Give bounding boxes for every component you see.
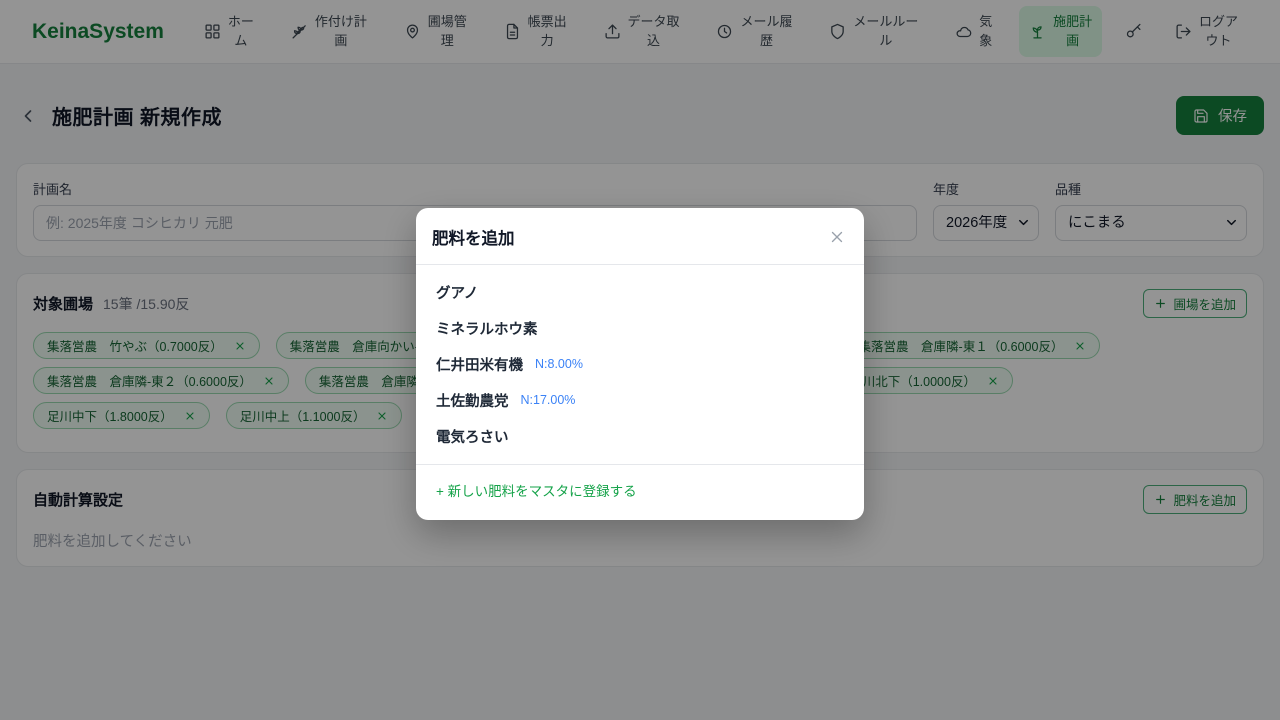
- fertilizer-item[interactable]: 仁井田米有機N:8.00%: [416, 346, 864, 382]
- register-new-fertilizer-link[interactable]: + 新しい肥料をマスタに登録する: [436, 480, 637, 500]
- modal-title: 肥料を追加: [432, 225, 515, 249]
- modal-close-button[interactable]: [826, 226, 848, 248]
- nitrogen-badge: N:8.00%: [535, 357, 583, 371]
- fertilizer-list: グアノ ミネラルホウ素 仁井田米有機N:8.00% 土佐勤農党N:17.00% …: [416, 265, 864, 464]
- close-icon: [828, 228, 846, 246]
- fertilizer-item[interactable]: ミネラルホウ素: [416, 310, 864, 346]
- fertilizer-item[interactable]: 電気ろさい: [416, 418, 864, 454]
- nitrogen-badge: N:17.00%: [521, 393, 576, 407]
- fertilizer-item[interactable]: 土佐勤農党N:17.00%: [416, 382, 864, 418]
- fertilizer-item[interactable]: グアノ: [416, 274, 864, 310]
- add-fertilizer-modal: 肥料を追加 グアノ ミネラルホウ素 仁井田米有機N:8.00% 土佐勤農党N:1…: [416, 208, 864, 520]
